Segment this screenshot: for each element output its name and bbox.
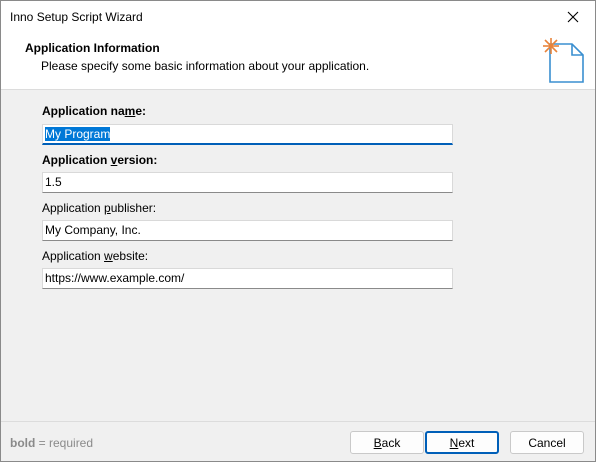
page-title: Application Information [25,41,160,55]
app-name-input[interactable]: My Program [42,124,453,145]
app-version-input[interactable]: 1.5 [42,172,453,193]
header-separator [1,89,595,90]
required-note: bold = required [10,436,94,450]
wizard-header: Application Information Please specify s… [1,32,595,89]
close-icon [567,11,579,22]
footer-separator [1,421,595,422]
wizard-window: Inno Setup Script Wizard Application Inf… [0,0,596,462]
app-version-label: Application version: [42,153,158,167]
app-name-label: Application name: [42,104,147,118]
title-bar: Inno Setup Script Wizard [1,1,595,32]
next-button[interactable]: Next [425,431,499,454]
app-website-label: Application website: [42,249,149,263]
wizard-document-icon [543,38,584,83]
app-publisher-label: Application publisher: [42,201,157,215]
app-website-input[interactable]: https://www.example.com/ [42,268,453,289]
cancel-button[interactable]: Cancel [510,431,584,454]
window-title: Inno Setup Script Wizard [10,10,143,24]
close-button[interactable] [551,1,595,32]
page-subtitle: Please specify some basic information ab… [41,59,370,73]
app-publisher-input[interactable]: My Company, Inc. [42,220,453,241]
back-button[interactable]: Back [350,431,424,454]
